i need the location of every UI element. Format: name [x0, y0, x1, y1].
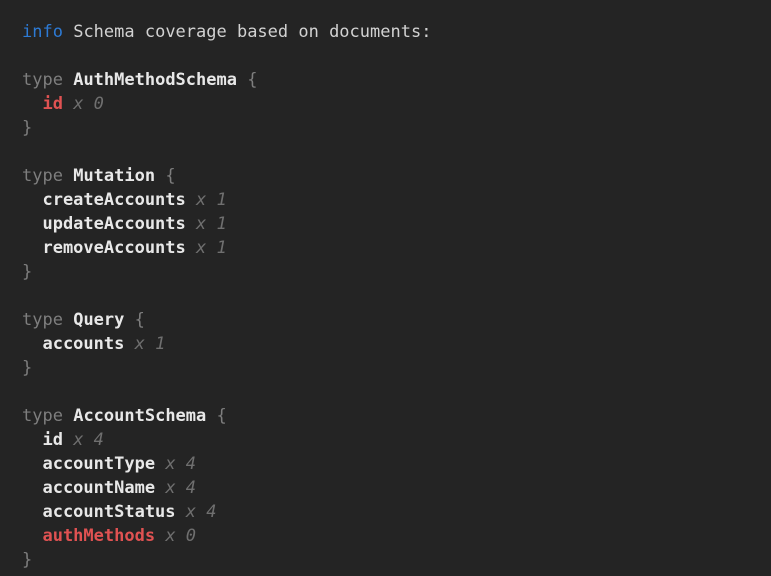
coverage-heading: Schema coverage based on documents: [73, 22, 431, 42]
type-block: type Mutation {createAccounts x 1updateA… [22, 164, 761, 284]
field-name: id [42, 430, 62, 450]
open-brace-icon: { [217, 406, 227, 426]
close-brace-icon: } [22, 262, 32, 282]
field-line: id x 0 [22, 92, 761, 116]
field-name: createAccounts [42, 190, 185, 210]
field-line: removeAccounts x 1 [22, 236, 761, 260]
type-block: type Query {accounts x 1} [22, 308, 761, 380]
terminal-output: info Schema coverage based on documents:… [0, 0, 771, 576]
field-count: x 4 [186, 502, 217, 522]
open-brace-icon: { [165, 166, 175, 186]
field-line: authMethods x 0 [22, 524, 761, 548]
type-name: Query [73, 310, 124, 330]
type-name: Mutation [73, 166, 155, 186]
type-header-line: type Query { [22, 308, 761, 332]
field-line: accounts x 1 [22, 332, 761, 356]
field-name: authMethods [42, 526, 155, 546]
info-line: info Schema coverage based on documents: [22, 20, 761, 44]
field-name: id [42, 94, 62, 114]
type-keyword: type [22, 166, 63, 186]
type-close-line: } [22, 116, 761, 140]
field-name: updateAccounts [42, 214, 185, 234]
field-count: x 1 [135, 334, 166, 354]
field-count: x 4 [165, 454, 196, 474]
field-count: x 4 [165, 478, 196, 498]
close-brace-icon: } [22, 118, 32, 138]
field-name: accounts [42, 334, 124, 354]
open-brace-icon: { [135, 310, 145, 330]
field-name: removeAccounts [42, 238, 185, 258]
type-blocks: type AuthMethodSchema {id x 0}type Mutat… [22, 68, 761, 572]
type-close-line: } [22, 260, 761, 284]
type-header-line: type Mutation { [22, 164, 761, 188]
open-brace-icon: { [247, 70, 257, 90]
info-badge: info [22, 22, 63, 42]
close-brace-icon: } [22, 550, 32, 570]
close-brace-icon: } [22, 358, 32, 378]
field-line: createAccounts x 1 [22, 188, 761, 212]
field-line: accountType x 4 [22, 452, 761, 476]
type-keyword: type [22, 70, 63, 90]
field-line: accountStatus x 4 [22, 500, 761, 524]
field-line: accountName x 4 [22, 476, 761, 500]
type-header-line: type AccountSchema { [22, 404, 761, 428]
type-keyword: type [22, 310, 63, 330]
field-line: updateAccounts x 1 [22, 212, 761, 236]
type-name: AuthMethodSchema [73, 70, 237, 90]
type-close-line: } [22, 548, 761, 572]
field-count: x 4 [73, 430, 104, 450]
type-block: type AccountSchema {id x 4accountType x … [22, 404, 761, 572]
field-count: x 1 [196, 214, 227, 234]
field-name: accountType [42, 454, 155, 474]
type-keyword: type [22, 406, 63, 426]
field-count: x 0 [73, 94, 104, 114]
type-close-line: } [22, 356, 761, 380]
type-block: type AuthMethodSchema {id x 0} [22, 68, 761, 140]
type-header-line: type AuthMethodSchema { [22, 68, 761, 92]
field-name: accountStatus [42, 502, 175, 522]
field-line: id x 4 [22, 428, 761, 452]
field-count: x 0 [165, 526, 196, 546]
field-count: x 1 [196, 190, 227, 210]
field-name: accountName [42, 478, 155, 498]
field-count: x 1 [196, 238, 227, 258]
type-name: AccountSchema [73, 406, 206, 426]
